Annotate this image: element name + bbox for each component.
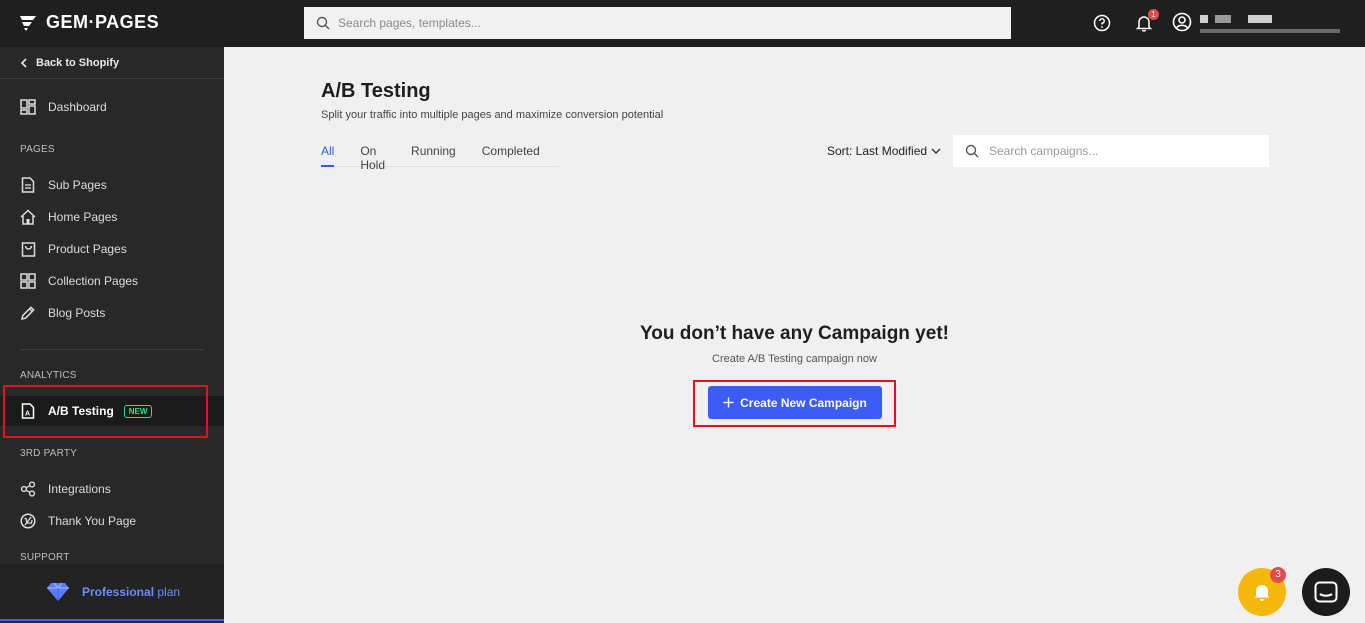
- sidebar-item-integrations[interactable]: Integrations: [0, 474, 224, 504]
- main-content: A/B Testing Split your traffic into mult…: [224, 47, 1365, 623]
- sidebar-item-label: Blog Posts: [48, 306, 106, 320]
- analytics-section-label: ANALYTICS: [20, 370, 77, 381]
- notification-count-badge: 1: [1148, 9, 1159, 20]
- plan-name: Professional: [82, 584, 155, 599]
- third-party-section-label: 3RD PARTY: [20, 448, 78, 459]
- sidebar-item-label: Dashboard: [48, 100, 107, 114]
- global-search-input[interactable]: [338, 16, 938, 30]
- new-badge: NEW: [123, 404, 153, 418]
- bell-icon: [1254, 584, 1270, 601]
- home-icon: [20, 209, 36, 225]
- support-section-label: SUPPORT: [20, 552, 70, 563]
- pencil-icon: [20, 305, 36, 321]
- dashboard-icon: [20, 99, 36, 115]
- sidebar-divider: [20, 349, 204, 350]
- ab-test-icon: A: [20, 403, 36, 419]
- sort-label: Sort: Last Modified: [827, 144, 928, 158]
- campaign-search-input[interactable]: [989, 144, 1249, 158]
- sidebar-item-label: A/B Testing: [48, 404, 114, 418]
- logo-text: GEM·PAGES: [46, 12, 160, 32]
- diamond-icon: [47, 582, 69, 601]
- gempages-logo[interactable]: GEM·PAGES: [18, 12, 159, 33]
- sidebar-item-blog-posts[interactable]: Blog Posts: [0, 298, 224, 328]
- tab-completed[interactable]: Completed: [482, 139, 540, 167]
- sort-dropdown[interactable]: Sort: Last Modified: [827, 144, 941, 158]
- empty-state-subtitle: Create A/B Testing campaign now: [712, 353, 877, 365]
- plus-icon: [723, 397, 734, 408]
- sidebar-item-sub-pages[interactable]: Sub Pages: [0, 170, 224, 200]
- plan-indicator[interactable]: Professional plan: [0, 564, 224, 621]
- notification-fab[interactable]: 3: [1238, 567, 1286, 616]
- sidebar-item-label: Thank You Page: [48, 514, 137, 528]
- sidebar-item-dashboard[interactable]: Dashboard: [0, 92, 224, 122]
- search-icon: [965, 144, 979, 158]
- cart-check-icon: [20, 513, 36, 529]
- create-new-campaign-button[interactable]: Create New Campaign: [708, 386, 882, 419]
- back-to-shopify-link[interactable]: Back to Shopify: [0, 47, 224, 79]
- user-avatar-icon: [1172, 12, 1192, 32]
- shopping-bag-icon: [20, 241, 36, 257]
- sidebar-item-label: Collection Pages: [48, 274, 139, 288]
- pages-section-label: PAGES: [20, 144, 55, 155]
- chat-support-fab[interactable]: [1302, 568, 1350, 616]
- sidebar-item-label: Product Pages: [48, 242, 127, 256]
- help-icon: [1093, 14, 1111, 32]
- help-button[interactable]: [1092, 13, 1112, 33]
- sidebar-item-label: Integrations: [48, 482, 111, 496]
- notifications-button[interactable]: 1: [1134, 9, 1159, 33]
- global-search-bar[interactable]: [304, 7, 1011, 39]
- tab-running[interactable]: Running: [411, 139, 456, 167]
- sidebar: Back to Shopify Dashboard PAGES Sub Page…: [0, 47, 224, 623]
- file-icon: [20, 177, 36, 193]
- sidebar-item-ab-testing[interactable]: A A/B Testing NEW: [0, 396, 224, 426]
- chat-icon: [1314, 581, 1338, 603]
- sidebar-item-thank-you-page[interactable]: Thank You Page: [0, 506, 224, 536]
- plan-suffix: plan: [157, 584, 181, 599]
- sidebar-item-collection-pages[interactable]: Collection Pages: [0, 266, 224, 296]
- sidebar-item-label: Home Pages: [48, 210, 118, 224]
- page-subtitle: Split your traffic into multiple pages a…: [321, 109, 664, 121]
- tab-all[interactable]: All: [321, 139, 335, 167]
- search-icon: [316, 16, 330, 30]
- account-menu[interactable]: [1172, 12, 1345, 35]
- fab-notification-badge: 3: [1270, 567, 1286, 583]
- campaign-status-tabs: All On Hold Running Completed: [321, 139, 559, 172]
- svg-text:A: A: [25, 411, 30, 418]
- top-bar: GEM·PAGES 1: [0, 0, 1365, 47]
- sidebar-item-home-pages[interactable]: Home Pages: [0, 202, 224, 232]
- campaign-search-bar[interactable]: [953, 135, 1269, 167]
- logo-icon: [20, 15, 36, 31]
- grid-icon: [20, 273, 36, 289]
- chevron-left-icon: [20, 57, 27, 68]
- sidebar-item-product-pages[interactable]: Product Pages: [0, 234, 224, 264]
- chevron-down-icon: [931, 148, 941, 154]
- page-title: A/B Testing: [321, 80, 431, 102]
- create-button-label: Create New Campaign: [740, 395, 867, 410]
- empty-state-title: You don’t have any Campaign yet!: [640, 323, 949, 344]
- tab-on-hold[interactable]: On Hold: [360, 139, 385, 172]
- share-nodes-icon: [20, 481, 36, 497]
- back-to-shopify-label: Back to Shopify: [36, 56, 120, 69]
- sidebar-item-label: Sub Pages: [48, 178, 107, 192]
